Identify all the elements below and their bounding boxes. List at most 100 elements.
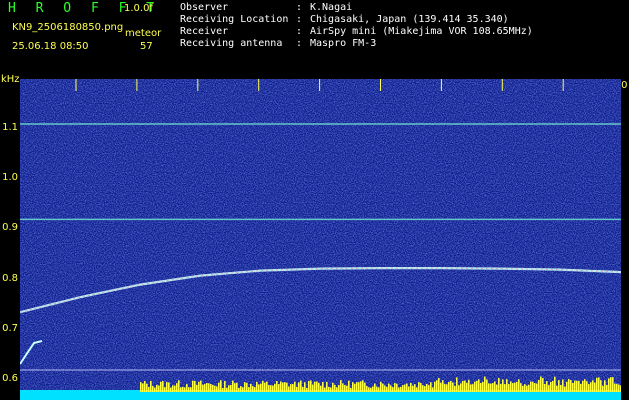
meta-colon: : bbox=[296, 14, 303, 25]
noise-bar-spike bbox=[320, 385, 322, 392]
noise-bar-spike bbox=[592, 380, 594, 392]
noise-bar-spike bbox=[386, 386, 388, 392]
noise-bar-spike bbox=[358, 382, 360, 392]
noise-bar-spike bbox=[444, 383, 446, 392]
noise-bar-spike bbox=[430, 382, 432, 392]
noise-bar-spike bbox=[296, 386, 298, 392]
noise-bar-spike bbox=[408, 386, 410, 392]
noise-bar-spike bbox=[316, 381, 318, 392]
noise-bar-spike bbox=[554, 376, 556, 392]
noise-bar-spike bbox=[352, 382, 354, 392]
noise-bar-spike bbox=[168, 382, 170, 392]
noise-bar-spike bbox=[536, 383, 538, 392]
noise-bar-spike bbox=[476, 380, 478, 392]
noise-bar-spike bbox=[382, 383, 384, 392]
noise-bar-spike bbox=[384, 385, 386, 392]
noise-bar-spike bbox=[394, 383, 396, 392]
noise-bar-spike bbox=[238, 387, 240, 392]
noise-bar-spike bbox=[578, 380, 580, 392]
y-tick-label: 0.8 bbox=[2, 272, 18, 284]
noise-bar-spike bbox=[290, 384, 292, 392]
noise-bar-spike bbox=[600, 380, 602, 392]
noise-bar-spike bbox=[208, 383, 210, 392]
noise-bar-spike bbox=[240, 386, 242, 392]
noise-bar-spike bbox=[232, 380, 234, 392]
noise-bar-spike bbox=[286, 382, 288, 392]
noise-bar-spike bbox=[184, 387, 186, 392]
noise-bar-spike bbox=[176, 383, 178, 392]
noise-bar-spike bbox=[420, 383, 422, 392]
noise-bar-spike bbox=[586, 381, 588, 392]
noise-bar-spike bbox=[488, 383, 490, 392]
noise-bar-spike bbox=[432, 387, 434, 392]
noise-bar-spike bbox=[500, 384, 502, 392]
noise-bar-spike bbox=[466, 382, 468, 392]
noise-bar-spike bbox=[264, 382, 266, 392]
noise-bar-spike bbox=[434, 381, 436, 392]
meta-colon: : bbox=[296, 2, 303, 13]
noise-bar-spike bbox=[618, 384, 620, 392]
noise-bar-spike bbox=[418, 382, 420, 392]
noise-bar-spike bbox=[510, 381, 512, 392]
noise-bar-spike bbox=[298, 382, 300, 392]
noise-bar-spike bbox=[524, 384, 526, 392]
noise-bar-spike bbox=[318, 382, 320, 392]
noise-bar-spike bbox=[602, 385, 604, 392]
noise-bar-spike bbox=[514, 382, 516, 392]
meta-key: Receiving antenna bbox=[180, 38, 283, 49]
noise-bar-spike bbox=[252, 386, 254, 392]
noise-bar-spike bbox=[178, 380, 180, 392]
noise-bar-spike bbox=[380, 381, 382, 392]
noise-bar-spike bbox=[548, 385, 550, 392]
noise-bar-spike bbox=[422, 385, 424, 392]
noise-bar-spike bbox=[268, 385, 270, 392]
noise-bar-spike bbox=[566, 381, 568, 392]
y-axis-unit: kHz bbox=[1, 74, 20, 85]
noise-bar-spike bbox=[378, 387, 380, 392]
noise-bar-spike bbox=[564, 386, 566, 392]
noise-bar-spike bbox=[454, 385, 456, 392]
noise-bar-spike bbox=[250, 383, 252, 392]
noise-bar-spike bbox=[410, 382, 412, 392]
noise-bar-spike bbox=[584, 379, 586, 392]
noise-bar-spike bbox=[272, 385, 274, 392]
noise-bar-spike bbox=[426, 383, 428, 392]
noise-bar-spike bbox=[244, 382, 246, 392]
noise-bar-spike bbox=[406, 383, 408, 392]
noise-bar-spike bbox=[528, 384, 530, 392]
noise-bar-spike bbox=[188, 387, 190, 392]
noise-bar-spike bbox=[388, 383, 390, 392]
noise-bar-spike bbox=[556, 385, 558, 392]
noise-bar-spike bbox=[332, 382, 334, 392]
noise-bar-spike bbox=[518, 379, 520, 392]
noise-bar-spike bbox=[310, 380, 312, 392]
noise-bar-spike bbox=[542, 378, 544, 392]
noise-bar-spike bbox=[468, 379, 470, 392]
noise-bar-spike bbox=[574, 380, 576, 392]
noise-bar-spike bbox=[262, 380, 264, 392]
noise-bar-spike bbox=[210, 383, 212, 392]
noise-bar-spike bbox=[226, 387, 228, 392]
noise-bar-spike bbox=[230, 384, 232, 392]
noise-bar-spike bbox=[196, 384, 198, 392]
noise-bar-spike bbox=[304, 382, 306, 392]
noise-bar-spike bbox=[150, 380, 152, 392]
noise-bar-spike bbox=[216, 386, 218, 392]
noise-bar-spike bbox=[498, 377, 500, 392]
noise-bar-spike bbox=[242, 387, 244, 392]
noise-bar-spike bbox=[552, 381, 554, 392]
noise-bar-spike bbox=[224, 381, 226, 392]
noise-bar-spike bbox=[338, 384, 340, 392]
header-panel: H R O F F T 1.0.0f KN9_2506180850.png me… bbox=[0, 0, 629, 75]
noise-bar-spike bbox=[440, 382, 442, 392]
noise-bar-spike bbox=[340, 380, 342, 392]
meta-row-location: Receiving Location: Chigasaki, Japan (139… bbox=[180, 14, 533, 26]
noise-bar-spike bbox=[576, 380, 578, 392]
noise-bar-spike bbox=[606, 385, 608, 392]
noise-bar-spike bbox=[236, 382, 238, 392]
noise-bar-spike bbox=[462, 380, 464, 392]
meta-colon: : bbox=[296, 26, 303, 37]
noise-bar-spike bbox=[212, 384, 214, 392]
y-tick-label: 1.0 bbox=[2, 172, 18, 184]
noise-bar-spike bbox=[294, 381, 296, 392]
